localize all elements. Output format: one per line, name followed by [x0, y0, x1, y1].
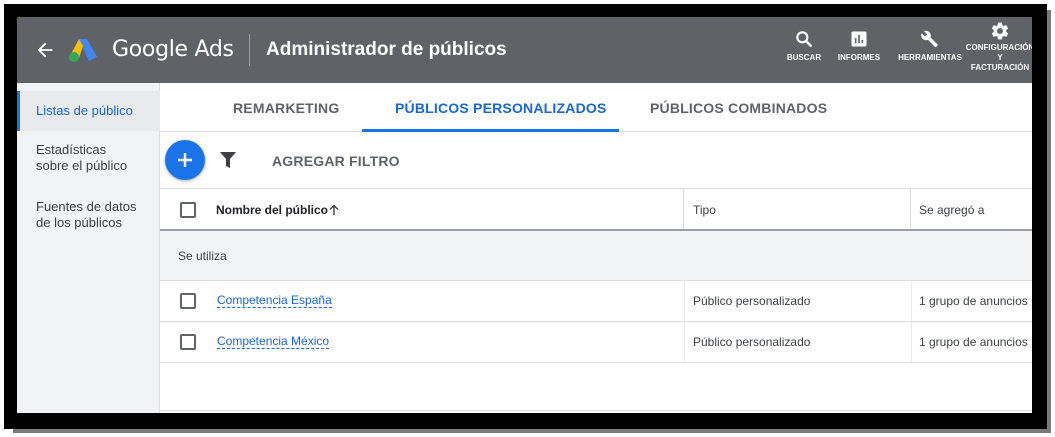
sidebar-item-audience-lists[interactable]: Listas de público: [17, 91, 160, 131]
filter-icon[interactable]: [220, 151, 236, 169]
column-header-name-label: Nombre del público: [216, 203, 329, 217]
sidebar-item-label-line-1: Estadísticas: [36, 142, 107, 157]
reports-tool-button[interactable]: INFORMES: [835, 29, 883, 62]
tools-tool-label: HERRAMIENTAS: [898, 53, 962, 62]
tab-bar: REMARKETING PÚBLICOS PERSONALIZADOS PÚBL…: [160, 83, 1032, 132]
search-tool-button[interactable]: BUSCAR: [785, 29, 823, 62]
audience-type: Público personalizado: [693, 335, 811, 349]
table-bottom-border: [160, 410, 1032, 411]
tab-remarketing[interactable]: REMARKETING: [233, 100, 339, 116]
app-window: Google Ads Administrador de públicos BUS…: [17, 17, 1032, 413]
tab-custom-audiences[interactable]: PÚBLICOS PERSONALIZADOS: [395, 100, 607, 116]
plus-icon: [178, 153, 192, 167]
table-row: Competencia México Público personalizado…: [160, 322, 1032, 363]
top-bar: Google Ads Administrador de públicos BUS…: [17, 17, 1032, 83]
table-header: Nombre del público Tipo Se agregó a: [160, 189, 1032, 231]
audience-added-to: 1 grupo de anuncios: [919, 294, 1028, 308]
audience-added-to: 1 grupo de anuncios: [919, 335, 1028, 349]
table-row: Competencia España Público personalizado…: [160, 281, 1032, 322]
table-toolbar: AGREGAR FILTRO: [160, 132, 1032, 189]
page-title: Administrador de públicos: [266, 39, 507, 60]
tab-combined-audiences[interactable]: PÚBLICOS COMBINADOS: [650, 100, 827, 116]
settings-billing-button[interactable]: CONFIGURACIÓN Y FACTURACIÓN: [965, 21, 1032, 73]
reports-tool-label: INFORMES: [837, 53, 881, 62]
settings-label-line-3: FACTURACIÓN: [970, 63, 1030, 72]
settings-label-line-1: CONFIGURACIÓN: [965, 43, 1032, 52]
column-header-type[interactable]: Tipo: [684, 189, 911, 229]
column-divider: [911, 322, 912, 362]
column-divider: [684, 281, 685, 321]
sidebar-item-label-line-2: de los públicos: [36, 215, 122, 230]
sidebar-item-label-line-1: Fuentes de datos: [36, 199, 137, 214]
audience-type: Público personalizado: [693, 294, 811, 308]
audience-name-link[interactable]: Competencia México: [217, 335, 330, 349]
row-checkbox[interactable]: [180, 334, 196, 350]
sidebar-item-label-line-2: sobre el público: [36, 158, 128, 173]
search-tool-label: BUSCAR: [786, 53, 822, 62]
select-all-checkbox[interactable]: [180, 202, 196, 218]
sort-ascending-icon[interactable]: [328, 204, 340, 216]
screenshot-frame: Google Ads Administrador de públicos BUS…: [0, 0, 1055, 437]
gear-icon: [991, 22, 1009, 40]
table-group-row: Se utiliza: [160, 231, 1032, 281]
header-divider: [249, 34, 250, 66]
search-icon: [796, 31, 812, 47]
sidebar-item-audience-sources[interactable]: Fuentes de datos de los públicos: [17, 199, 160, 231]
row-checkbox[interactable]: [180, 293, 196, 309]
column-header-name[interactable]: Nombre del público: [160, 189, 684, 229]
settings-label-line-2: Y: [997, 53, 1003, 62]
column-header-added-to[interactable]: Se agregó a: [911, 189, 1032, 229]
sidebar: Listas de público Estadísticas sobre el …: [17, 83, 160, 413]
bar-chart-icon: [851, 31, 867, 47]
tools-tool-button[interactable]: HERRAMIENTAS: [897, 29, 963, 62]
group-label: Se utiliza: [178, 249, 227, 263]
audience-name-link[interactable]: Competencia España: [217, 294, 332, 308]
add-filter-button[interactable]: AGREGAR FILTRO: [272, 153, 400, 169]
back-arrow-icon[interactable]: [34, 39, 56, 61]
column-divider: [911, 281, 912, 321]
brand-name: Google Ads: [112, 37, 234, 62]
add-audience-button[interactable]: [165, 140, 205, 180]
google-ads-logo-icon: [69, 39, 97, 62]
wrench-icon: [921, 30, 938, 48]
sidebar-item-label: Listas de público: [36, 103, 133, 118]
sidebar-item-audience-insights[interactable]: Estadísticas sobre el público: [17, 142, 160, 174]
column-divider: [684, 322, 685, 362]
